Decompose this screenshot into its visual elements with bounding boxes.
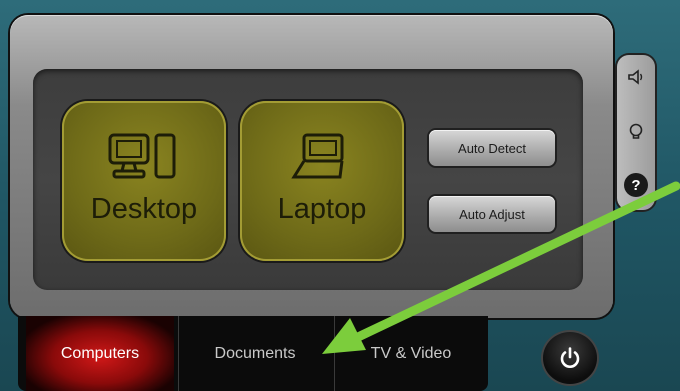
desktop-button[interactable]: Desktop [62,101,226,261]
power-button[interactable] [543,332,597,384]
tab-documents-label: Documents [214,344,296,362]
tab-divider [178,316,179,391]
tab-tv-video[interactable]: TV & Video [336,316,486,391]
tab-computers-label: Computers [60,344,140,362]
tab-divider [334,316,335,391]
tab-bar: Computers Documents TV & Video [18,316,488,391]
side-toolbar: ? [617,55,655,210]
lightbulb-icon[interactable] [624,120,648,144]
desktop-icon [108,133,176,179]
tab-computers[interactable]: Computers [26,316,174,391]
laptop-icon [291,133,344,179]
tab-tv-video-label: TV & Video [370,344,452,362]
auto-detect-button[interactable]: Auto Detect [429,130,555,166]
help-icon[interactable]: ? [624,173,648,197]
auto-adjust-label: Auto Adjust [459,206,525,222]
speaker-icon[interactable] [624,65,648,89]
power-icon [560,347,580,368]
desktop-label: Desktop [90,193,198,225]
auto-adjust-button[interactable]: Auto Adjust [429,196,555,232]
tab-documents[interactable]: Documents [180,316,330,391]
laptop-button[interactable]: Laptop [240,101,404,261]
auto-detect-label: Auto Detect [458,140,526,156]
laptop-label: Laptop [277,193,367,225]
